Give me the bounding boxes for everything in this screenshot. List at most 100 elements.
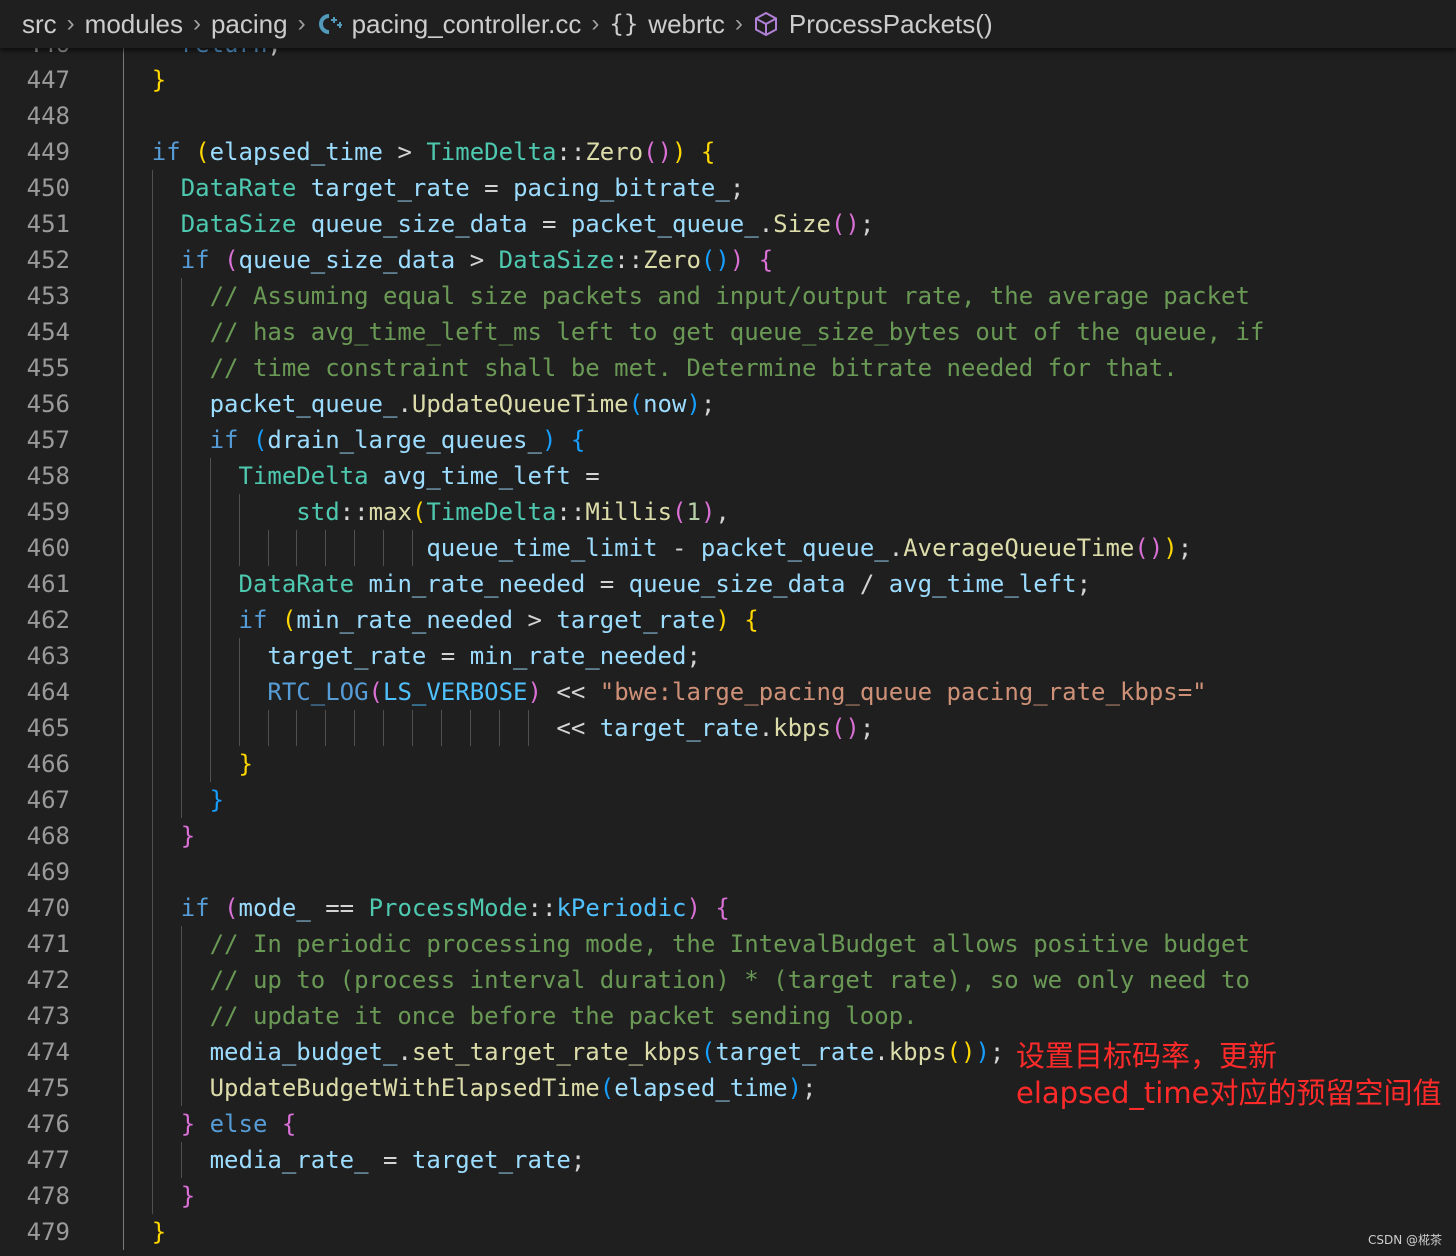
code-text: if (drain_large_queues_) { (209, 426, 586, 454)
line-number: 452 (26, 246, 70, 274)
line-number: 476 (26, 1110, 70, 1138)
line-number: 461 (26, 570, 70, 598)
line-number: 469 (26, 858, 70, 886)
line-number: 464 (26, 678, 70, 706)
code-line[interactable]: 468 } (0, 818, 1456, 854)
code-line[interactable]: 479 } (0, 1214, 1456, 1250)
code-text: } (151, 1218, 167, 1246)
chevron-right-icon: › (66, 10, 75, 37)
code-text: // In periodic processing mode, the Inte… (209, 930, 1250, 958)
breadcrumb-item-method[interactable]: ProcessPackets() (753, 9, 993, 40)
line-number: 455 (26, 354, 70, 382)
indent-guide (123, 854, 124, 890)
code-line[interactable]: 463 target_rate = min_rate_needed; (0, 638, 1456, 674)
code-line[interactable]: 448 (0, 98, 1456, 134)
line-number: 468 (26, 822, 70, 850)
line-number: 473 (26, 1002, 70, 1030)
code-line[interactable]: 449 if (elapsed_time > TimeDelta::Zero()… (0, 134, 1456, 170)
code-text: if (elapsed_time > TimeDelta::Zero()) { (151, 138, 716, 166)
code-text: media_rate_ = target_rate; (209, 1146, 586, 1174)
code-text: // up to (process interval duration) * (… (209, 966, 1250, 994)
cube-method-icon (753, 11, 779, 37)
line-number: 471 (26, 930, 70, 958)
chevron-right-icon: › (192, 10, 201, 37)
line-number: 453 (26, 282, 70, 310)
line-number: 470 (26, 894, 70, 922)
line-number: 479 (26, 1218, 70, 1246)
braces-icon: {} (609, 10, 639, 38)
code-text: } (209, 786, 225, 814)
code-line[interactable]: 450 DataRate target_rate = pacing_bitrat… (0, 170, 1456, 206)
annotation-line-1: 设置目标码率，更新 (1016, 1039, 1278, 1073)
code-line[interactable]: 462 if (min_rate_needed > target_rate) { (0, 602, 1456, 638)
code-text: } (180, 822, 196, 850)
line-number: 458 (26, 462, 70, 490)
line-number: 467 (26, 786, 70, 814)
line-number: 462 (26, 606, 70, 634)
code-line[interactable]: 458 TimeDelta avg_time_left = (0, 458, 1456, 494)
code-line[interactable]: 466 } (0, 746, 1456, 782)
code-line[interactable]: 464 RTC_LOG(LS_VERBOSE) << "bwe:large_pa… (0, 674, 1456, 710)
line-number: 450 (26, 174, 70, 202)
code-line[interactable]: 471 // In periodic processing mode, the … (0, 926, 1456, 962)
code-line[interactable]: 473 // update it once before the packet … (0, 998, 1456, 1034)
code-text: TimeDelta avg_time_left = (238, 462, 600, 490)
code-line[interactable]: 460 queue_time_limit - packet_queue_.Ave… (0, 530, 1456, 566)
code-line[interactable]: 461 DataRate min_rate_needed = queue_siz… (0, 566, 1456, 602)
code-line[interactable]: 467 } (0, 782, 1456, 818)
line-number: 456 (26, 390, 70, 418)
line-number: 447 (26, 66, 70, 94)
code-text: queue_time_limit - packet_queue_.Average… (426, 534, 1193, 562)
code-line[interactable]: 469 (0, 854, 1456, 890)
code-line[interactable]: 447 } (0, 62, 1456, 98)
code-line[interactable]: 465 << target_rate.kbps(); (0, 710, 1456, 746)
code-text: UpdateBudgetWithElapsedTime(elapsed_time… (209, 1074, 817, 1102)
code-text: // update it once before the packet send… (209, 1002, 918, 1030)
line-number: 457 (26, 426, 70, 454)
line-number: 460 (26, 534, 70, 562)
line-number: 477 (26, 1146, 70, 1174)
breadcrumb-item-namespace[interactable]: {} webrtc (609, 9, 724, 40)
code-text: // time constraint shall be met. Determi… (209, 354, 1178, 382)
chevron-right-icon: › (297, 10, 306, 37)
code-line[interactable]: 452 if (queue_size_data > DataSize::Zero… (0, 242, 1456, 278)
chevron-right-icon: › (591, 10, 600, 37)
code-line[interactable]: 470 if (mode_ == ProcessMode::kPeriodic)… (0, 890, 1456, 926)
code-line[interactable]: 455 // time constraint shall be met. Det… (0, 350, 1456, 386)
code-annotation: 设置目标码率，更新 elapsed_time对应的预留空间值 (1016, 1038, 1441, 1112)
code-line[interactable]: 451 DataSize queue_size_data = packet_qu… (0, 206, 1456, 242)
code-text: RTC_LOG(LS_VERBOSE) << "bwe:large_pacing… (267, 678, 1207, 706)
line-number: 478 (26, 1182, 70, 1210)
code-line[interactable]: 472 // up to (process interval duration)… (0, 962, 1456, 998)
code-text: target_rate = min_rate_needed; (267, 642, 701, 670)
annotation-line-2: elapsed_time对应的预留空间值 (1016, 1076, 1442, 1110)
breadcrumb-item-modules[interactable]: modules (85, 9, 183, 40)
code-line[interactable]: 459 std::max(TimeDelta::Millis(1), (0, 494, 1456, 530)
code-line[interactable]: 456 packet_queue_.UpdateQueueTime(now); (0, 386, 1456, 422)
line-number: 472 (26, 966, 70, 994)
code-line[interactable]: 478 } (0, 1178, 1456, 1214)
code-text: if (queue_size_data > DataSize::Zero()) … (180, 246, 774, 274)
code-text: media_budget_.set_target_rate_kbps(targe… (209, 1038, 1005, 1066)
line-number: 449 (26, 138, 70, 166)
code-text: packet_queue_.UpdateQueueTime(now); (209, 390, 716, 418)
line-number: 466 (26, 750, 70, 778)
line-number: 465 (26, 714, 70, 742)
code-line[interactable]: 453 // Assuming equal size packets and i… (0, 278, 1456, 314)
breadcrumb: src › modules › pacing › pacing_controll… (0, 0, 1456, 48)
line-number: 448 (26, 102, 70, 130)
breadcrumb-item-pacing[interactable]: pacing (211, 9, 288, 40)
cpp-file-icon (316, 13, 342, 35)
code-text: // Assuming equal size packets and input… (209, 282, 1250, 310)
code-line[interactable]: 454 // has avg_time_left_ms left to get … (0, 314, 1456, 350)
indent-guide (151, 854, 153, 890)
code-line[interactable]: 457 if (drain_large_queues_) { (0, 422, 1456, 458)
line-number: 451 (26, 210, 70, 238)
watermark: CSDN @椛茶 (1367, 1233, 1442, 1247)
breadcrumb-item-file[interactable]: pacing_controller.cc (316, 9, 581, 40)
code-line[interactable]: 477 media_rate_ = target_rate; (0, 1142, 1456, 1178)
breadcrumb-item-src[interactable]: src (22, 9, 57, 40)
code-text: } else { (180, 1110, 297, 1138)
code-text: } (180, 1182, 196, 1210)
code-text: if (min_rate_needed > target_rate) { (238, 606, 759, 634)
